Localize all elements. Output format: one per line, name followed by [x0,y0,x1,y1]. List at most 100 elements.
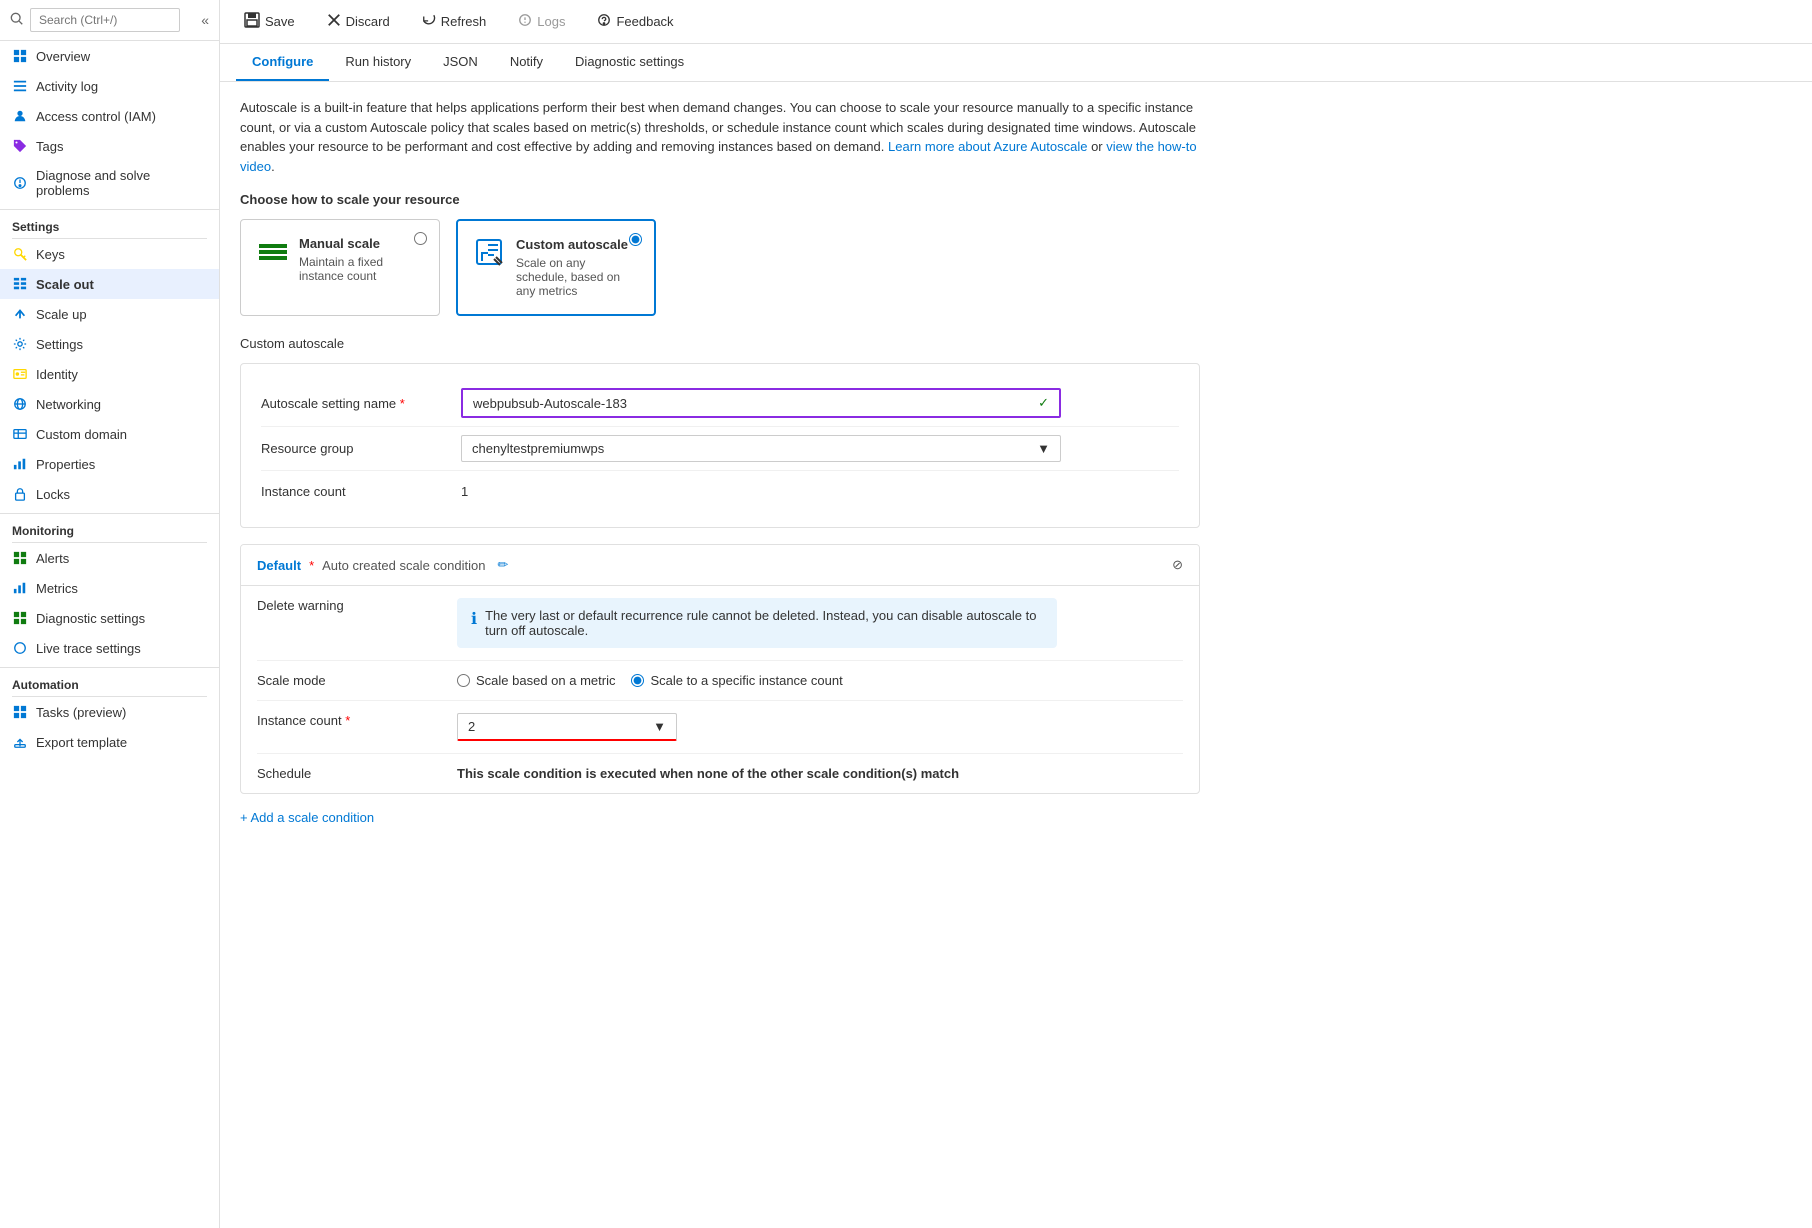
sidebar-item-alerts[interactable]: Alerts [0,543,219,573]
tab-notify[interactable]: Notify [494,44,559,81]
scale-instance-label: Scale to a specific instance count [650,673,842,688]
schedule-content: This scale condition is executed when no… [457,766,1183,781]
add-scale-condition[interactable]: + Add a scale condition [240,810,1792,825]
collapse-button[interactable]: « [201,12,209,28]
person-icon [12,108,28,124]
sidebar-item-custom-domain[interactable]: Custom domain [0,419,219,449]
sidebar-item-label: Diagnose and solve problems [36,168,207,198]
autoscale-name-row: Autoscale setting name * webpubsub-Autos… [261,380,1179,426]
condition-instance-value: 2 ▼ [457,713,1183,741]
page-content: Autoscale is a built-in feature that hel… [220,82,1812,841]
chart-bar-icon [12,456,28,472]
content-area: Autoscale is a built-in feature that hel… [220,82,1812,1228]
sidebar-item-activity-log[interactable]: Activity log [0,71,219,101]
tab-diagnostic-settings[interactable]: Diagnostic settings [559,44,700,81]
sidebar-item-label: Diagnostic settings [36,611,145,626]
condition-required: * [309,558,314,573]
manual-scale-radio[interactable] [414,232,427,248]
diagnostic-icon [12,610,28,626]
sidebar-item-access-control[interactable]: Access control (IAM) [0,101,219,131]
tab-run-history[interactable]: Run history [329,44,427,81]
warning-text: The very last or default recurrence rule… [485,608,1043,638]
form-section: Autoscale setting name * webpubsub-Autos… [240,363,1200,528]
discard-button[interactable]: Discard [319,9,398,34]
instance-count-dropdown[interactable]: 2 ▼ [457,713,677,741]
sidebar-item-scale-out[interactable]: Scale out [0,269,219,299]
gear-icon [12,336,28,352]
logs-button[interactable]: Logs [510,9,573,34]
condition-header: Default * Auto created scale condition ✏… [241,545,1199,586]
sidebar-item-diagnose[interactable]: Diagnose and solve problems [0,161,219,205]
sidebar-item-export-template[interactable]: Export template [0,727,219,757]
description-text: Autoscale is a built-in feature that hel… [240,98,1200,176]
feedback-label: Feedback [616,14,673,29]
manual-scale-text: Manual scale Maintain a fixed instance c… [299,236,423,283]
sidebar-item-metrics[interactable]: Metrics [0,573,219,603]
save-button[interactable]: Save [236,8,303,35]
tab-json[interactable]: JSON [427,44,494,81]
feedback-button[interactable]: Feedback [589,9,681,34]
sidebar-item-label: Live trace settings [36,641,141,656]
search-icon [10,12,24,29]
refresh-label: Refresh [441,14,487,29]
autoscale-name-input[interactable]: webpubsub-Autoscale-183 ✓ [461,388,1061,418]
refresh-button[interactable]: Refresh [414,9,495,34]
sidebar-item-settings[interactable]: Settings [0,329,219,359]
grid-icon [12,48,28,64]
discard-label: Discard [346,14,390,29]
custom-autoscale-card[interactable]: Custom autoscale Scale on any schedule, … [456,219,656,316]
custom-scale-title: Custom autoscale [516,237,638,252]
custom-scale-icon [474,237,506,269]
instance-count-label: Instance count [261,484,461,499]
monitoring-section-header: Monitoring [0,513,219,542]
sidebar-item-tags[interactable]: Tags [0,131,219,161]
sidebar-item-diagnostic-settings[interactable]: Diagnostic settings [0,603,219,633]
tab-configure[interactable]: Configure [236,44,329,81]
delete-warning-label: Delete warning [257,598,457,613]
manual-scale-desc: Maintain a fixed instance count [299,255,423,283]
sidebar-item-live-trace[interactable]: Live trace settings [0,633,219,663]
edit-icon[interactable]: ✏ [497,557,508,573]
scale-metric-option[interactable]: Scale based on a metric [457,673,615,688]
condition-instance-label: Instance count * [257,713,457,728]
custom-scale-radio[interactable] [629,233,642,249]
save-label: Save [265,14,295,29]
custom-scale-text: Custom autoscale Scale on any schedule, … [516,237,638,298]
sidebar-item-identity[interactable]: Identity [0,359,219,389]
auto-created-label: Auto created scale condition [322,558,485,573]
sidebar-item-locks[interactable]: Locks [0,479,219,509]
globe-icon [12,396,28,412]
resource-group-dropdown[interactable]: chenyltestpremiumwps ▼ [461,435,1061,462]
save-icon [244,12,260,31]
manual-scale-icon [257,236,289,268]
instance-count-value: 1 [461,484,1179,499]
sidebar-item-overview[interactable]: Overview [0,41,219,71]
scale-section-title: Choose how to scale your resource [240,192,1792,207]
sidebar-item-label: Access control (IAM) [36,109,156,124]
scale-instance-option[interactable]: Scale to a specific instance count [631,673,842,688]
sidebar-item-keys[interactable]: Keys [0,239,219,269]
sidebar-item-scale-up[interactable]: Scale up [0,299,219,329]
instance-count-row: Instance count 1 [261,471,1179,511]
sidebar-item-label: Settings [36,337,83,352]
circle-icon [12,640,28,656]
tabs-container: Configure Run history JSON Notify Diagno… [220,44,1812,82]
custom-autoscale-label: Custom autoscale [240,336,1792,351]
refresh-icon [422,13,436,30]
sidebar-item-properties[interactable]: Properties [0,449,219,479]
sidebar-item-tasks[interactable]: Tasks (preview) [0,697,219,727]
learn-more-link[interactable]: Learn more about Azure Autoscale [888,139,1087,154]
scale-mode-radio-group: Scale based on a metric Scale to a speci… [457,673,1183,688]
delete-icon[interactable]: ⊘ [1172,557,1183,573]
search-input[interactable] [30,8,180,32]
resource-group-value: chenyltestpremiumwps ▼ [461,435,1179,462]
domain-icon [12,426,28,442]
description-text2: or [1087,139,1106,154]
sidebar-item-networking[interactable]: Networking [0,389,219,419]
scale-options: Manual scale Maintain a fixed instance c… [240,219,1792,316]
manual-scale-card[interactable]: Manual scale Maintain a fixed instance c… [240,219,440,316]
alert-icon [12,550,28,566]
logs-label: Logs [537,14,565,29]
sidebar-item-label: Activity log [36,79,98,94]
list-icon [12,78,28,94]
